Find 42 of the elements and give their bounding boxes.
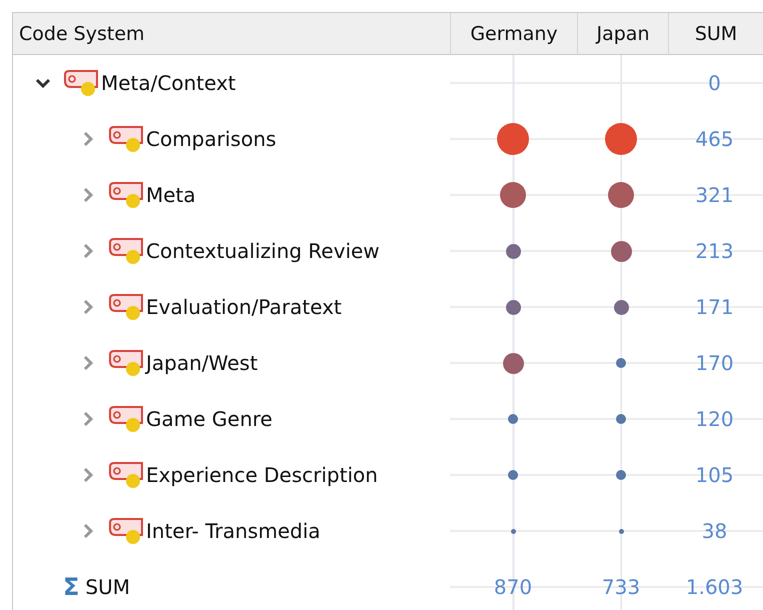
- sum-value: 1.603: [686, 575, 744, 599]
- code-tag-icon: [108, 349, 144, 377]
- code-tag-icon: [108, 461, 144, 489]
- sum-value: 170: [695, 351, 734, 375]
- column-header[interactable]: Germany: [450, 13, 577, 54]
- frequency-bubble: [508, 470, 518, 480]
- frequency-bubble: [616, 470, 626, 480]
- frequency-bubble: [506, 244, 520, 258]
- column-header[interactable]: Japan: [577, 13, 668, 54]
- code-tag-icon: [108, 293, 144, 321]
- column-header[interactable]: SUM: [668, 13, 763, 54]
- sum-value: 733: [602, 575, 640, 599]
- code-tag-icon: [63, 69, 99, 97]
- column-header[interactable]: Code System: [13, 13, 450, 54]
- sum-icon: Σ: [63, 573, 80, 601]
- sum-value: 120: [695, 407, 734, 431]
- sum-value: 171: [695, 295, 734, 319]
- frequency-bubble: [605, 123, 637, 155]
- frequency-bubble: [497, 123, 529, 155]
- sum-value: 105: [695, 463, 734, 487]
- frequency-bubble: [506, 300, 520, 314]
- sum-value: 321: [695, 183, 734, 207]
- code-tag-icon: [108, 125, 144, 153]
- frequency-bubble: [508, 414, 518, 424]
- frequency-bubble: [608, 182, 634, 208]
- frequency-bubble: [616, 414, 626, 424]
- frequency-bubble: [614, 300, 628, 314]
- code-tag-icon: [108, 237, 144, 265]
- code-tag-icon: [108, 405, 144, 433]
- sum-value: 213: [695, 239, 734, 263]
- sum-value: 38: [702, 519, 728, 543]
- sum-value: 870: [494, 575, 532, 599]
- code-tag-icon: [108, 181, 144, 209]
- sum-value: 465: [695, 127, 734, 151]
- frequency-bubble: [510, 528, 516, 534]
- code-tag-icon: [108, 517, 144, 545]
- frequency-bubble: [618, 528, 624, 534]
- frequency-bubble: [502, 352, 524, 374]
- sum-value: 0: [708, 71, 721, 95]
- frequency-bubble: [616, 358, 626, 368]
- frequency-bubble: [610, 240, 632, 262]
- frequency-bubble: [500, 182, 526, 208]
